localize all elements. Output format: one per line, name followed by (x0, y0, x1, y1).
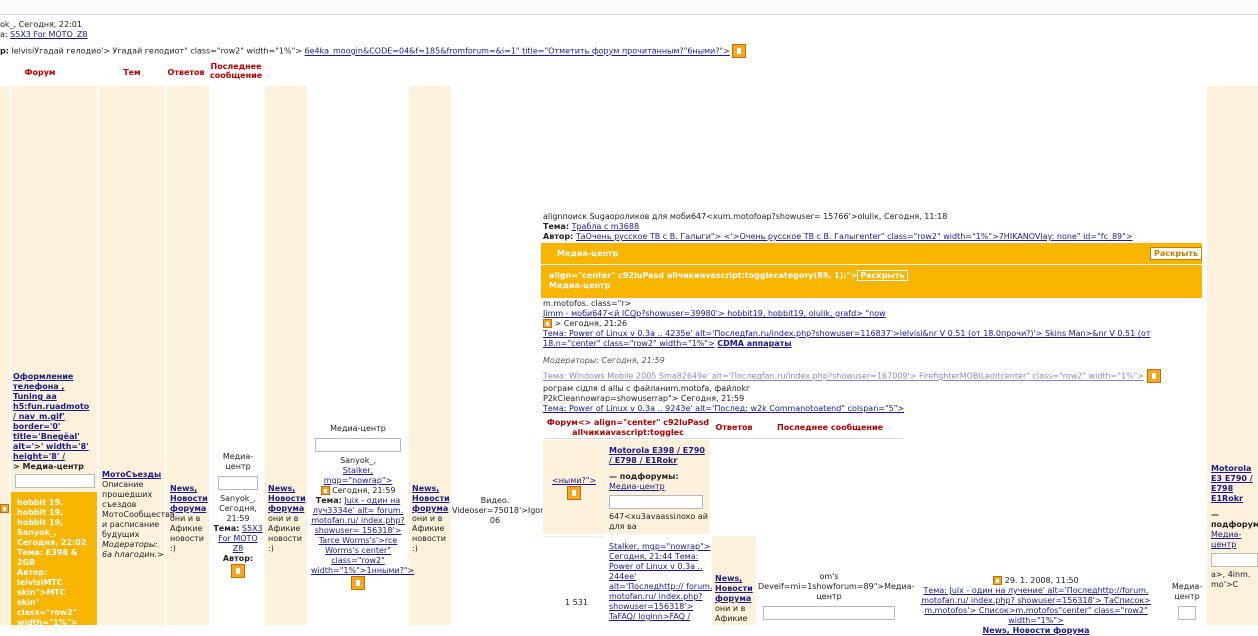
news3: News, Новости форума они и в Афикие ново… (412, 484, 450, 553)
news3-title[interactable]: News, Новости форума (412, 484, 450, 514)
forum-search-input[interactable] (15, 474, 95, 488)
sub-row2-c5-input[interactable] (1178, 606, 1196, 620)
moto-forum-title[interactable]: МотоСъезды (102, 470, 164, 480)
sub-row2-news-title[interactable]: News, Новости форума (715, 574, 755, 604)
main-l2[interactable]: Jimm - моби647<й ICQp?showuser=39980'> h… (543, 309, 886, 319)
mark-read-icon[interactable] (732, 44, 747, 58)
main-l8: Тема: Power of Linux v 0.3a .. 9243e' al… (543, 404, 905, 413)
cdma-link[interactable]: CDMA аппараты (717, 339, 791, 348)
main-l1: m.motofos. class="r> (543, 299, 632, 308)
forum-last-post-text: hobbit 19, hobbit 19, hobbit 19, Sanyok_… (17, 498, 87, 627)
media1-input[interactable] (218, 476, 258, 490)
right-forum-title[interactable]: Motorola E3 E790 / E798 E1Rokr (1211, 464, 1258, 504)
category-bar-1 (541, 243, 1202, 264)
sub-row1-forum: Motorola E398 / E790 / E798 / E1Rokr — п… (609, 446, 709, 531)
media2: Медиа-центр Sanyok_, Stalker, mgp="nowra… (311, 424, 414, 590)
sub-row2-c4-icon[interactable] (993, 576, 1003, 585)
media2-topic-link[interactable]: Juix - один на луч3334е' alt= forum. mot… (311, 496, 414, 575)
top-topic-link[interactable]: S5X3 For MOTO_Z8 (10, 30, 87, 39)
main-post-icon[interactable] (543, 319, 552, 328)
main-l7: P2kCleannowrap=showuserrap"> Сегодня, 21… (543, 394, 745, 403)
top-author: р: lelvisiУгадай гелодио'> Угадай гелоди… (0, 44, 747, 58)
main-line3: Автор: ТаОчень русское ТВ с В. Галыги"> … (543, 232, 1133, 241)
top-separator (0, 0, 1258, 15)
sub-row2-post: Stalker, mgp="nowrap"> Сегодня, 21:44 Те… (609, 542, 713, 621)
forum-block[interactable]: Оформление телефона , Tuning аа h5:fun.r… (13, 372, 93, 472)
main-l3: > Сегодня, 21:26 (543, 319, 627, 329)
sub-row1-title[interactable]: Motorola E398 / E790 / E798 / E1Rokr (609, 446, 709, 466)
right-forum-input[interactable] (1211, 553, 1258, 567)
header-topics: Тем (123, 68, 141, 77)
main-l4: Тема: Power of Linux v 0.3a .. 4235e' al… (543, 329, 1151, 348)
top-last-post: ok_, Сегодня, 22:01 (0, 20, 82, 29)
video-cell: Видео. Videoser=75018'>Igor 06 (452, 496, 544, 525)
top-topic: а: S5X3 For MOTO_Z8 (0, 30, 88, 39)
category-bar-1-title: Медиа-центр (557, 249, 619, 258)
main-l5: Тема: Windows Mobile 2005 Sma82649e' alt… (543, 369, 1161, 383)
category-bar-2-text: align="center" c92luPasd allчикиаvascrip… (549, 270, 908, 291)
news1: News, Новости форума они и в Афикие ново… (170, 484, 208, 553)
sub-row2-left (543, 536, 605, 625)
sub-row1-sublink[interactable]: Медиа-центр (609, 482, 665, 491)
media1-icon[interactable] (231, 564, 245, 578)
media1: Медиа-центр Sanyok_, Сегодня, 21:59 Тема… (212, 452, 264, 578)
main-line1: alignпоиск Sugaopoликов для моби647<xum.… (543, 212, 948, 221)
sub-header-last: Последнее сообщение (777, 423, 883, 432)
news2-title[interactable]: News, Новости форума (268, 484, 306, 514)
media2-input[interactable] (315, 438, 401, 452)
header-last-post: Последнее сообщение (210, 62, 263, 80)
header-forum: Форум (24, 68, 56, 77)
sub-header-line (545, 438, 903, 439)
moto-forum: МотоСъезды Описание прошедших съездов Мо… (102, 470, 175, 559)
sub-row2-c3-input[interactable] (763, 606, 895, 620)
sub-row1-icon[interactable] (567, 486, 582, 500)
sub-row2-count: 1 531 (565, 598, 588, 607)
main-mods: Модераторы: Сегодня, 21:59 (543, 356, 665, 365)
header-replies: Ответов (167, 68, 205, 77)
media2-post-icon[interactable] (320, 486, 330, 495)
sub-row1-left-text: <ными?"> (552, 476, 596, 500)
expand-button-2[interactable]: Раскрыть (857, 270, 908, 281)
news1-title[interactable]: News, Новости форума (170, 484, 208, 514)
sub-row2-news: News, Новости форума они и в Афикие (715, 574, 755, 624)
right-forum: Motorola E3 E790 / E798 E1Rokr — подфору… (1211, 464, 1258, 589)
right-forum-sublink[interactable]: Медиа-центр (1211, 530, 1258, 550)
news2: News, Новости форума они и в Афикие ново… (268, 484, 306, 553)
left-strip-icon[interactable] (0, 504, 9, 513)
sub-header-replies: Ответов (715, 423, 753, 432)
main-line2: Тема: Тpaбла с m3688 (543, 222, 640, 231)
col-left-strip (0, 86, 9, 625)
sub-row2-c5: Медиа- центр (1170, 582, 1204, 620)
main-l5-icon[interactable] (1146, 369, 1161, 383)
mark-read-link[interactable]: 6e4ka_moogin&CODE=04&f=185&fromforum=&i=… (305, 47, 730, 56)
sub-row2-c4-link[interactable]: News, Новости форума (904, 626, 1168, 636)
sub-header-forum: Форум<> align="center" c92luPasd allчики… (546, 418, 710, 437)
main-topic-link[interactable]: Тpaбла с m3688 (572, 222, 639, 231)
sub-row2-c4: 29. 1. 2008, 11:50 Тема: Juix - один на … (904, 576, 1168, 636)
media2-icon[interactable] (351, 576, 365, 590)
sub-row1-input[interactable] (609, 495, 703, 509)
main-l6: рограм сідля d allы с файланиm.motofa, ф… (543, 384, 751, 393)
sub-row2-c3: om's Deveif=mi=1showforum=89">Медиа- цен… (758, 572, 914, 620)
expand-button-1[interactable]: Раскрыть (1150, 247, 1203, 260)
